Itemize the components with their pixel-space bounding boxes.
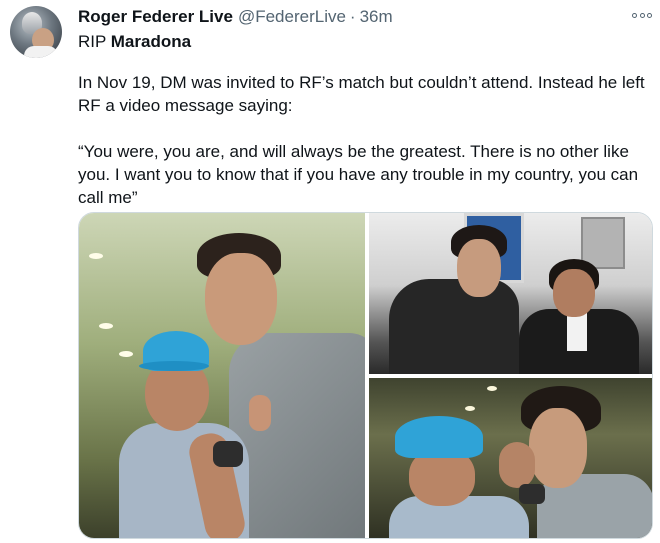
- media-grid: [78, 212, 653, 539]
- more-dot-icon: [647, 12, 652, 18]
- maradona-shirt: [567, 311, 587, 351]
- photo-embrace[interactable]: [369, 378, 652, 538]
- maradona-hand: [499, 442, 535, 488]
- federer-jacket: [229, 333, 365, 538]
- ceiling-light: [99, 323, 113, 329]
- headline-prefix: RIP: [78, 32, 111, 51]
- ceiling-light: [119, 351, 133, 357]
- ceiling-light: [465, 406, 475, 411]
- headline-bold: Maradona: [110, 32, 192, 51]
- wrist-watch: [213, 441, 243, 467]
- ceiling-light: [89, 253, 103, 259]
- tweet[interactable]: Roger Federer Live @FedererLive · 36m RI…: [0, 0, 660, 543]
- more-dot-icon: [632, 12, 637, 18]
- maradona-face: [553, 269, 595, 317]
- tweet-header: Roger Federer Live @FedererLive · 36m: [78, 6, 393, 28]
- blue-cap: [395, 416, 483, 458]
- author-handle[interactable]: @FedererLive: [238, 7, 346, 27]
- author-avatar[interactable]: [10, 6, 62, 58]
- tweet-paragraph: In Nov 19, DM was invited to RF’s match …: [78, 73, 645, 115]
- separator-dot: ·: [349, 7, 356, 26]
- federer-jacket: [389, 279, 519, 374]
- photo-federer-maradona-thumbs-up[interactable]: [79, 213, 365, 538]
- wrist-watch: [519, 484, 545, 504]
- federer-face: [457, 239, 501, 297]
- tweet-paragraph: “You were, you are, and will always be t…: [78, 142, 639, 207]
- avatar-shirt: [24, 46, 58, 58]
- author-name[interactable]: Roger Federer Live: [78, 7, 233, 27]
- federer-face: [529, 408, 587, 488]
- tweet-timestamp[interactable]: 36m: [360, 7, 393, 27]
- tweet-headline: RIP Maradona: [78, 31, 191, 53]
- more-dot-icon: [639, 12, 645, 18]
- ceiling-light: [487, 386, 497, 391]
- photo-handshake[interactable]: [369, 213, 652, 374]
- federer-face: [205, 253, 277, 345]
- tweet-body: In Nov 19, DM was invited to RF’s match …: [78, 71, 653, 232]
- thumbs-up-hand: [249, 395, 271, 431]
- more-options-icon[interactable]: [632, 9, 652, 21]
- cap-brim: [139, 361, 209, 371]
